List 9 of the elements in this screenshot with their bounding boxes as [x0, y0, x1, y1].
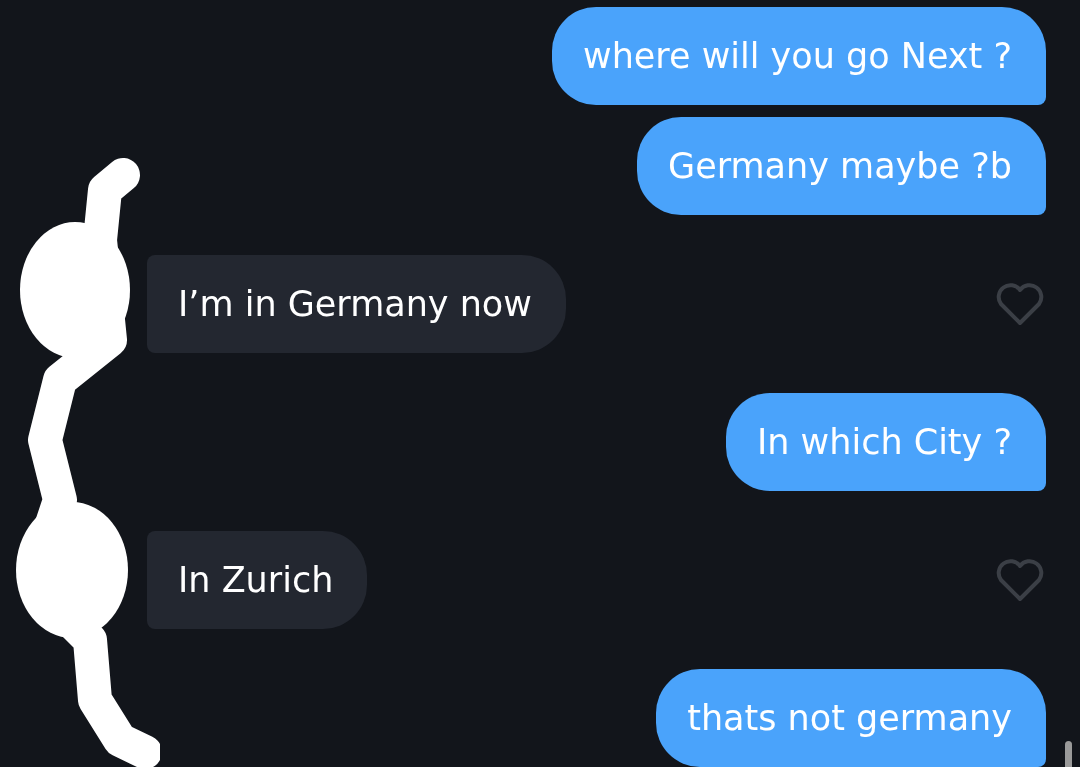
sent-message: where will you go Next ?	[552, 7, 1046, 105]
received-message: I’m in Germany now	[147, 255, 566, 353]
sent-message: Germany maybe ?b	[637, 117, 1046, 215]
sent-message: thats not germany	[656, 669, 1046, 767]
scrollbar-thumb[interactable]	[1065, 741, 1072, 767]
sent-message: In which City ?	[726, 393, 1046, 491]
received-message: In Zurich	[147, 531, 368, 629]
heart-icon[interactable]	[994, 281, 1046, 327]
heart-icon[interactable]	[994, 557, 1046, 603]
